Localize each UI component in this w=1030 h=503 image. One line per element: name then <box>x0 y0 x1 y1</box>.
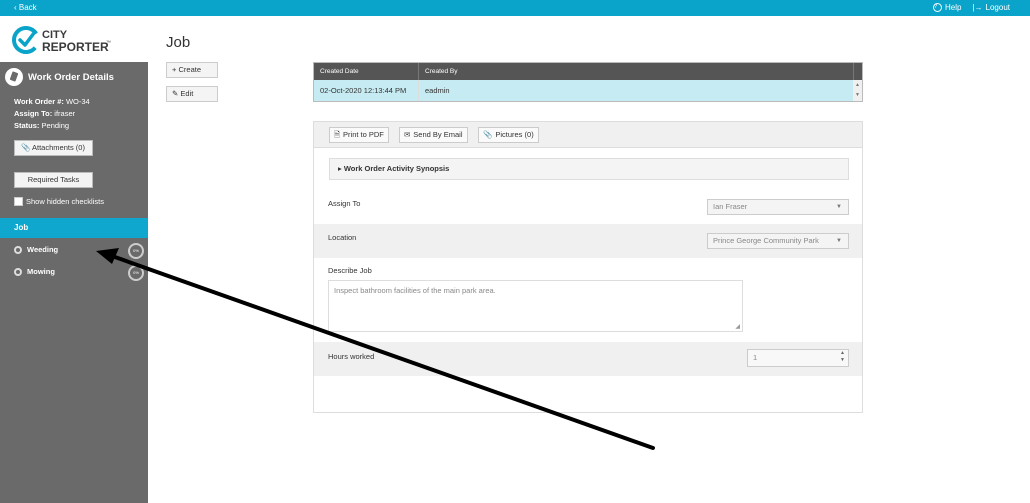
print-to-pdf-button[interactable]: 🗎 Print to PDF <box>329 127 389 143</box>
describe-job-field-label: Describe Job <box>328 266 372 275</box>
logout-link[interactable]: |→ Logout <box>972 3 1010 12</box>
back-label: Back <box>18 3 37 12</box>
assign-to-select-value: Ian Fraser <box>713 202 748 211</box>
attachments-label: Attachments (0) <box>32 143 85 152</box>
attachments-button[interactable]: 📎 Attachments (0) <box>14 140 93 156</box>
location-row: Location Prince George Community Park ▼ <box>314 224 862 258</box>
help-label: Help <box>945 3 962 12</box>
work-order-number: Work Order #: WO-34 <box>14 96 90 108</box>
paperclip-icon: 📎 <box>21 143 31 152</box>
job-form-panel: 🗎 Print to PDF ✉ Send By Email 📎 Pictures (… <box>313 121 863 413</box>
column-header[interactable]: Created Date <box>314 63 419 80</box>
location-select-value: Prince George Community Park <box>713 236 819 245</box>
table-cell: 02-Oct-2020 12:13:44 PM <box>314 80 419 101</box>
help-icon: ? <box>933 3 942 12</box>
create-label: Create <box>178 65 201 74</box>
stepper-arrows-icon[interactable]: ▲ ▼ <box>840 350 845 364</box>
edit-label: Edit <box>180 89 194 98</box>
show-hidden-label: Show hidden checklists <box>26 197 104 206</box>
form-toolbar: 🗎 Print to PDF ✉ Send By Email 📎 Pictures (… <box>314 122 862 148</box>
svg-text:REPORTER: REPORTER <box>42 40 109 54</box>
hours-worked-field-label: Hours worked <box>328 352 375 361</box>
hours-worked-stepper[interactable]: 1 ▲ ▼ <box>747 349 849 367</box>
paperclip-icon: 📎 <box>483 130 493 139</box>
describe-job-textarea[interactable]: Inspect bathroom facilities of the main … <box>328 280 743 332</box>
back-link[interactable]: ‹ Back <box>14 3 37 12</box>
activity-synopsis-toggle[interactable]: ▸ Work Order Activity Synopsis <box>329 158 849 180</box>
work-order-icon <box>5 68 23 86</box>
status-info: Status: Pending <box>14 120 90 132</box>
synopsis-label: Work Order Activity Synopsis <box>343 164 450 173</box>
show-hidden-checkbox[interactable] <box>14 197 23 206</box>
assign-to-info: Assign To: ifraser <box>14 108 90 120</box>
sidebar-item-job[interactable]: Job <box>0 218 148 238</box>
top-bar-actions: ? Help |→ Logout <box>933 3 1010 12</box>
column-header[interactable]: Created By <box>419 63 854 80</box>
grid-scrollbar[interactable]: ▲ ▼ <box>853 80 862 101</box>
resize-grip-icon[interactable]: ◢ <box>735 323 740 330</box>
work-order-info: Work Order #: WO-34 Assign To: ifraser S… <box>14 96 90 132</box>
sidebar-item-mowing[interactable]: Mowing 0% <box>0 262 148 282</box>
hours-worked-value: 1 <box>753 353 758 362</box>
pencil-icon: ✎ <box>172 89 179 98</box>
mowing-label: Mowing <box>27 267 55 276</box>
assign-to-field-label: Assign To <box>328 199 361 208</box>
svg-text:™: ™ <box>106 40 111 46</box>
send-by-email-label: Send By Email <box>413 130 463 139</box>
logout-label: Logout <box>985 3 1010 12</box>
weeding-label: Weeding <box>27 245 59 254</box>
create-button[interactable]: + Create <box>166 62 218 78</box>
assign-to-value: ifraser <box>54 109 76 118</box>
grid-header: Created Date Created By <box>314 63 862 80</box>
required-tasks-button[interactable]: Required Tasks <box>14 172 93 188</box>
caret-right-icon: ▸ <box>338 164 342 173</box>
edit-button[interactable]: ✎ Edit <box>166 86 218 102</box>
assign-to-select[interactable]: Ian Fraser ▼ <box>707 199 849 215</box>
document-icon: 🗎 <box>334 130 341 139</box>
assign-to-row: Assign To Ian Fraser ▼ <box>314 190 862 224</box>
status-value: Pending <box>41 121 70 130</box>
describe-job-row: Describe Job Inspect bathroom facilities… <box>314 258 862 342</box>
work-order-number-value: WO-34 <box>65 97 90 106</box>
pictures-label: Pictures (0) <box>495 130 534 139</box>
plus-icon: + <box>172 65 177 74</box>
hours-worked-row: Hours worked 1 ▲ ▼ <box>314 342 862 376</box>
top-bar: ‹ Back ? Help |→ Logout <box>0 0 1030 16</box>
chevron-down-icon: ▼ <box>836 204 842 210</box>
work-order-title: Work Order Details <box>28 71 114 83</box>
show-hidden-checklists[interactable]: Show hidden checklists <box>14 197 104 206</box>
assign-to-label: Assign To: <box>14 109 53 118</box>
status-label: Status: <box>14 121 40 130</box>
work-order-header: Work Order Details <box>5 68 114 86</box>
mowing-progress: 0% <box>128 265 144 281</box>
table-cell: eadmin <box>419 80 854 101</box>
location-field-label: Location <box>328 233 357 242</box>
chevron-down-icon: ▼ <box>836 238 842 244</box>
weeding-progress: 0% <box>128 243 144 259</box>
send-by-email-button[interactable]: ✉ Send By Email <box>399 127 468 143</box>
checklist-ring-icon <box>14 268 22 276</box>
envelope-icon: ✉ <box>404 130 411 139</box>
table-row[interactable]: 02-Oct-2020 12:13:44 PM eadmin <box>314 80 862 101</box>
print-to-pdf-label: Print to PDF <box>343 130 384 139</box>
pictures-button[interactable]: 📎 Pictures (0) <box>478 127 539 143</box>
describe-job-value: Inspect bathroom facilities of the main … <box>334 286 496 295</box>
checklist-ring-icon <box>14 246 22 254</box>
job-history-grid: Created Date Created By 02-Oct-2020 12:1… <box>313 62 863 102</box>
page-title: Job <box>166 34 191 51</box>
logo-area: CITY REPORTER ™ <box>0 16 148 62</box>
sidebar-item-weeding[interactable]: Weeding 0% <box>0 240 148 260</box>
location-select[interactable]: Prince George Community Park ▼ <box>707 233 849 249</box>
city-reporter-logo: CITY REPORTER ™ <box>12 26 111 54</box>
help-link[interactable]: ? Help <box>933 3 961 12</box>
work-order-number-label: Work Order #: <box>14 97 64 106</box>
logout-icon: |→ <box>972 3 983 12</box>
sidebar: CITY REPORTER ™ Work Order Details Work … <box>0 16 148 503</box>
